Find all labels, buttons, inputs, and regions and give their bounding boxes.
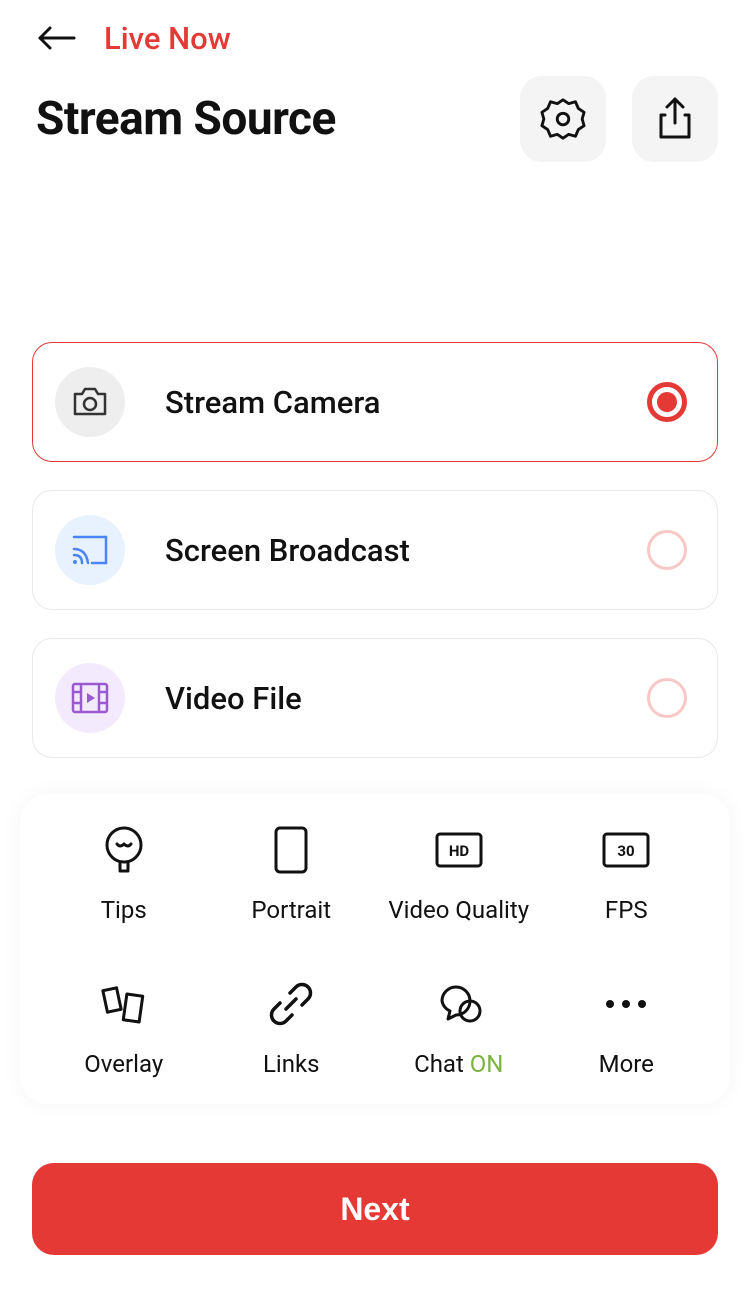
- radio-unselected[interactable]: [647, 530, 687, 570]
- option-chat[interactable]: Chat ON: [375, 980, 543, 1078]
- chat-status: ON: [470, 1050, 504, 1078]
- gear-icon: [540, 96, 586, 142]
- option-label: FPS: [605, 896, 648, 924]
- chat-icon: [434, 981, 484, 1027]
- more-icon: [604, 998, 648, 1010]
- portrait-icon: [273, 825, 309, 875]
- bulb-icon: [103, 825, 145, 875]
- option-label: Video Quality: [388, 896, 529, 924]
- option-overlay[interactable]: Overlay: [40, 980, 208, 1078]
- svg-text:30: 30: [618, 842, 635, 860]
- camera-icon: [71, 386, 109, 418]
- overlay-icon: [101, 981, 147, 1027]
- source-option-screen[interactable]: Screen Broadcast: [32, 490, 718, 610]
- option-links[interactable]: Links: [208, 980, 376, 1078]
- radio-selected[interactable]: [647, 382, 687, 422]
- source-label: Stream Camera: [165, 384, 607, 421]
- options-panel: Tips Portrait HD Video Quality 30 FPS: [20, 794, 730, 1104]
- film-icon: [70, 681, 110, 715]
- option-fps[interactable]: 30 FPS: [543, 826, 711, 924]
- option-label: Overlay: [84, 1050, 163, 1078]
- fps-icon: 30: [602, 832, 650, 868]
- source-option-video[interactable]: Video File: [32, 638, 718, 758]
- link-icon: [268, 981, 314, 1027]
- option-label: Chat ON: [414, 1050, 503, 1078]
- option-label: Portrait: [251, 896, 331, 924]
- option-label: More: [599, 1050, 654, 1078]
- next-button[interactable]: Next: [32, 1163, 718, 1255]
- cast-icon: [70, 533, 110, 567]
- option-portrait[interactable]: Portrait: [208, 826, 376, 924]
- film-icon-wrap: [55, 663, 125, 733]
- cast-icon-wrap: [55, 515, 125, 585]
- page-title: Stream Source: [36, 92, 336, 146]
- share-icon: [655, 97, 695, 141]
- option-tips[interactable]: Tips: [40, 826, 208, 924]
- settings-button[interactable]: [520, 76, 606, 162]
- source-label: Screen Broadcast: [165, 532, 607, 569]
- source-option-camera[interactable]: Stream Camera: [32, 342, 718, 462]
- option-label: Links: [263, 1050, 320, 1078]
- option-video-quality[interactable]: HD Video Quality: [375, 826, 543, 924]
- back-button[interactable]: [36, 18, 76, 58]
- source-label: Video File: [165, 680, 607, 717]
- option-label: Tips: [101, 896, 147, 924]
- hd-icon: HD: [435, 832, 483, 868]
- camera-icon-wrap: [55, 367, 125, 437]
- arrow-left-icon: [36, 26, 76, 50]
- svg-text:HD: HD: [449, 842, 470, 860]
- option-more[interactable]: More: [543, 980, 711, 1078]
- radio-unselected[interactable]: [647, 678, 687, 718]
- live-now-link[interactable]: Live Now: [104, 20, 231, 57]
- share-button[interactable]: [632, 76, 718, 162]
